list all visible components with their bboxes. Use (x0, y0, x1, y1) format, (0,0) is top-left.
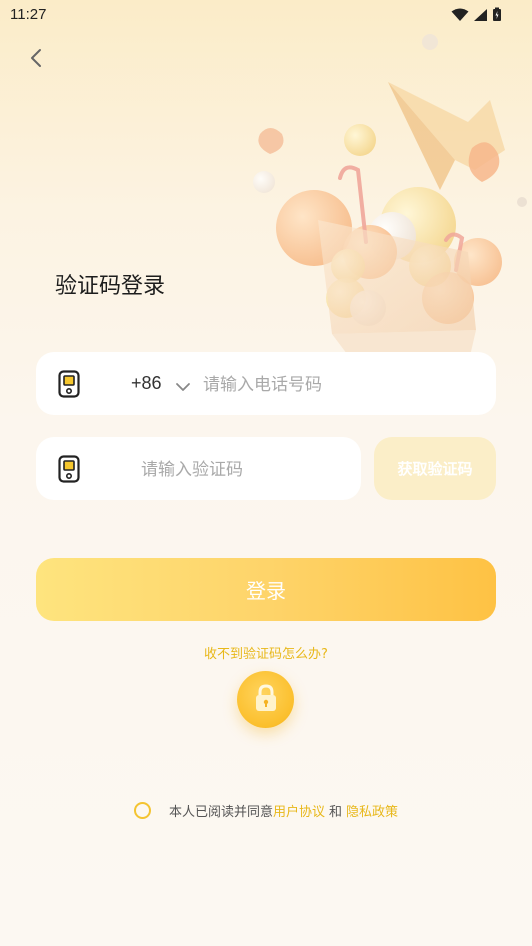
agreement-checkbox[interactable] (134, 801, 151, 819)
user-agreement-link[interactable]: 用户协议 (273, 801, 325, 820)
login-button[interactable]: 登录 (36, 558, 496, 621)
verification-code-input[interactable] (139, 455, 343, 485)
lock-button[interactable] (237, 671, 294, 728)
get-code-button[interactable]: 获取验证码 (374, 437, 496, 500)
status-time: 11:27 (10, 6, 47, 23)
chevron-down-icon[interactable] (175, 378, 191, 391)
phone-icon (58, 370, 80, 398)
gift-illustration (240, 30, 532, 360)
wifi-icon (451, 7, 469, 26)
chevron-left-icon (29, 48, 43, 72)
help-link[interactable]: 收不到验证码怎么办? (0, 643, 532, 662)
phone-input[interactable] (201, 370, 485, 400)
page-title: 验证码登录 (55, 274, 166, 299)
back-button[interactable] (22, 46, 50, 74)
agreement-row: 本人已阅读并同意 用户协议 和 隐私政策 (134, 799, 398, 821)
privacy-policy-link[interactable]: 隐私政策 (346, 801, 398, 820)
status-bar: 11:27 (0, 0, 532, 30)
country-code-selector[interactable]: +86 (131, 373, 162, 394)
code-field (36, 437, 361, 500)
signal-icon (473, 7, 488, 26)
phone-icon (58, 455, 80, 483)
agreement-prefix: 本人已阅读并同意 (169, 804, 274, 820)
status-icons (451, 7, 502, 26)
phone-field: +86 (36, 352, 496, 415)
agreement-and: 和 (329, 804, 343, 820)
battery-icon (492, 7, 502, 26)
lock-icon (253, 683, 279, 717)
